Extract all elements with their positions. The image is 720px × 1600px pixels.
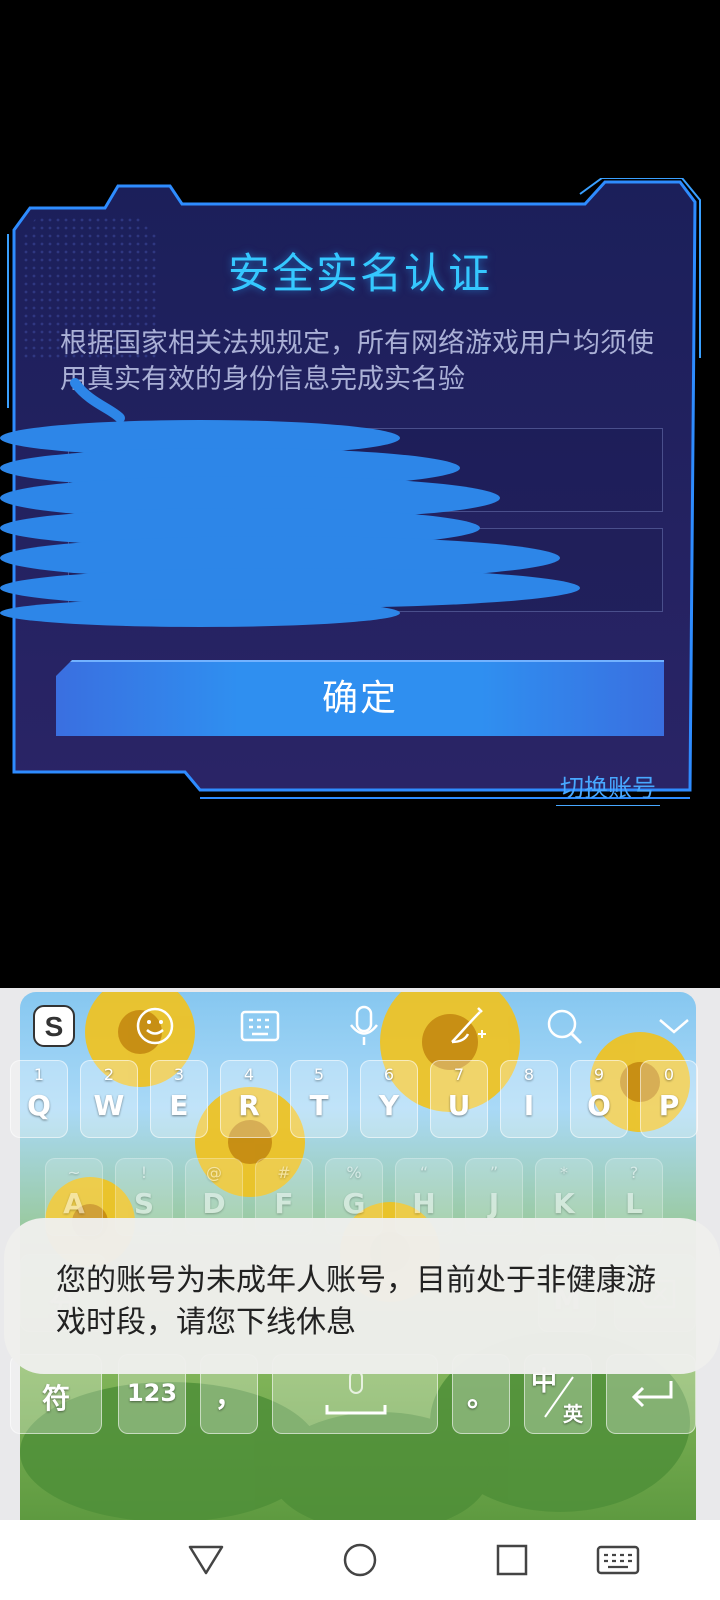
key-primary-label: D [202,1187,226,1220]
key-primary-label: R [238,1089,260,1122]
key-secondary-label: ! [140,1163,148,1182]
key-secondary-label: # [277,1163,291,1182]
search-icon[interactable] [540,1002,588,1050]
key-primary-label: Y [378,1089,400,1122]
key-secondary-label: 1 [33,1065,45,1084]
key-primary-label: E [169,1089,189,1122]
key-primary-label: L [625,1187,643,1220]
switch-account-link[interactable]: 切换账号 [556,768,660,806]
toast-message: 您的账号为未成年人账号，目前处于非健康游戏时段，请您下线休息 [56,1263,656,1340]
recents-icon[interactable] [490,1538,534,1582]
key-secondary-label: 9 [593,1065,605,1084]
key-primary-label: Q [27,1089,51,1122]
key-primary-label: K [553,1187,575,1220]
redaction-scribble-fill [0,420,580,627]
key-secondary-label: ? [629,1163,639,1182]
key-primary-label: P [658,1089,680,1122]
keyboard-layout-icon[interactable] [236,1002,284,1050]
collapse-icon[interactable] [650,1002,698,1050]
key-primary-label: S [133,1187,155,1220]
key-p[interactable]: 0P [640,1060,698,1138]
key-r[interactable]: 4R [220,1060,278,1138]
key-primary-label: I [523,1089,535,1122]
key-secondary-label: ” [489,1163,499,1182]
dialog-title: 安全实名认证 [227,249,492,298]
system-navigation-bar [0,1520,720,1600]
emoji-icon[interactable] [131,1002,179,1050]
key-e[interactable]: 3E [150,1060,208,1138]
key-secondary-label: % [346,1163,362,1182]
key-secondary-label: 2 [103,1065,115,1084]
key-y[interactable]: 6Y [360,1060,418,1138]
key-secondary-label: * [560,1163,568,1182]
real-name-verification-dialog: 安全实名认证 根据国家相关法规规定，所有网络游戏用户均须使用真实有效的身份信息完… [0,178,720,818]
keyboard-toolbar: S [0,988,720,1064]
key-primary-label: W [93,1089,125,1122]
key-primary-label: G [342,1187,366,1220]
home-icon[interactable] [338,1538,382,1582]
key-secondary-label: @ [206,1163,222,1182]
key-primary-label: F [274,1187,294,1220]
key-secondary-label: ~ [67,1163,81,1182]
key-i[interactable]: 8I [500,1060,558,1138]
minor-playtime-toast: 您的账号为未成年人账号，目前处于非健康游戏时段，请您下线休息 [4,1218,720,1374]
sogou-logo-icon[interactable]: S [30,1002,78,1050]
key-secondary-label: 8 [523,1065,535,1084]
key-primary-label: H [412,1187,436,1220]
key-q[interactable]: 1Q [10,1060,68,1138]
svg-text:S: S [45,1011,64,1042]
key-secondary-label: “ [419,1163,429,1182]
key-secondary-label: 3 [173,1065,185,1084]
keyboard-toggle-icon[interactable] [596,1538,640,1582]
key-primary-label: A [63,1187,85,1220]
key-w[interactable]: 2W [80,1060,138,1138]
key-secondary-label: 5 [313,1065,325,1084]
space-bar-icon [325,1370,387,1415]
key-primary-label: J [488,1187,500,1220]
key-u[interactable]: 7U [430,1060,488,1138]
key-o[interactable]: 9O [570,1060,628,1138]
enter-icon [631,1381,673,1408]
key-primary-label: U [447,1089,471,1122]
microphone-icon[interactable] [340,1002,388,1050]
confirm-button[interactable]: 确定 [56,660,664,736]
key-t[interactable]: 5T [290,1060,348,1138]
key-primary-label: T [309,1089,329,1122]
key-secondary-label: 4 [243,1065,255,1084]
key-primary-label: O [587,1089,611,1122]
back-icon[interactable] [184,1538,228,1582]
key-secondary-label: 0 [663,1065,675,1084]
handwriting-icon[interactable] [444,1002,492,1050]
key-secondary-label: 7 [453,1065,465,1084]
key-secondary-label: 6 [383,1065,395,1084]
